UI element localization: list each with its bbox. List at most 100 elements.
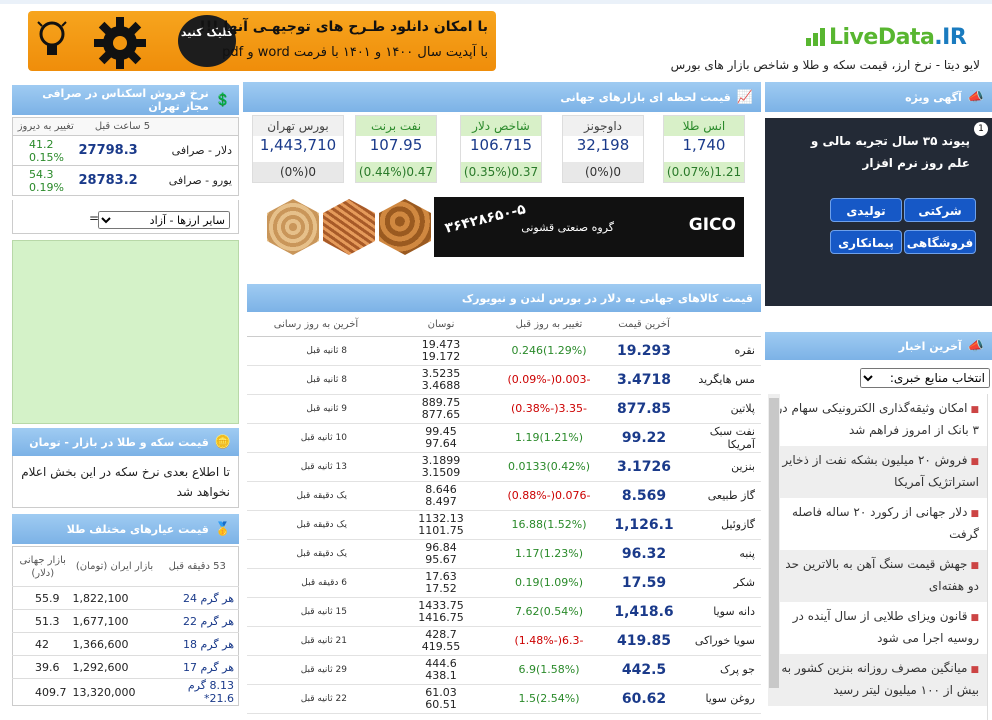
- currency-name: یورو - صرافی: [166, 165, 239, 196]
- scrollbar-thumb[interactable]: [769, 398, 779, 688]
- megaphone-icon: 📣: [967, 338, 984, 354]
- commodity-range: 99.45 97.64: [385, 423, 497, 453]
- commodity-name: جو پرک: [687, 655, 761, 685]
- range-high: 428.7: [425, 627, 457, 641]
- gold-iran-price: 1,677,100: [72, 609, 157, 633]
- market-value: 1,443,710: [259, 136, 337, 154]
- range-high: 99.45: [425, 424, 457, 438]
- table-row: هر گرم 22 1,677,100 51.3: [12, 609, 239, 633]
- col-world-market: بازار جهانی (دلار): [19, 554, 66, 579]
- table-row: هر گرم 17 1,292,600 39.6: [12, 655, 239, 679]
- commodity-updated: 10 ثانیه قبل: [247, 423, 385, 453]
- table-row: هر گرم 24 1,822,100 55.9: [12, 586, 239, 610]
- commodity-updated: 8 ثانیه قبل: [247, 336, 385, 366]
- commodity-range: 428.7 419.55: [385, 626, 497, 656]
- dollar-icon: 💲: [214, 92, 231, 108]
- news-item[interactable]: ■جهش قیمت سنگ آهن به بالاترین حد دو هفته…: [768, 550, 987, 602]
- bullet-icon: ■: [970, 405, 979, 415]
- range-low: 95.67: [425, 552, 457, 566]
- commodity-updated: 29 ثانیه قبل: [247, 655, 385, 685]
- ad-pill-3: فروشگاهی: [904, 230, 976, 254]
- news-link[interactable]: جهش قیمت سنگ آهن به بالاترین حد دو هفته‌…: [785, 557, 979, 593]
- market-cell-dow-jones[interactable]: داوجونز 32,198 0(0%): [562, 115, 644, 183]
- commodity-change: -0.076(-0.88%): [497, 481, 601, 511]
- copper-wire-image: [323, 199, 375, 255]
- news-item[interactable]: ■فروش ۲۰ میلیون بشکه نفت از ذخایر استرات…: [768, 446, 987, 498]
- special-ad-box[interactable]: 1 پیوند ۳۵ سال تجربه مالی و علم روز نرم …: [765, 118, 992, 306]
- news-source-select[interactable]: انتخاب منابع خبری:: [860, 368, 990, 388]
- market-cell-gold-ounce[interactable]: انس طلا 1,740 1.21(0.07%): [663, 115, 745, 183]
- table-row: دلار - صرافی 27798.3 41.2 0.15%: [12, 135, 239, 166]
- world-markets-title: قیمت لحظه ای بازارهای جهانی: [560, 90, 731, 104]
- news-link[interactable]: قانون ویزای طلایی از سال آینده در روسیه …: [793, 609, 979, 645]
- site-logo[interactable]: LiveData.IR: [806, 22, 968, 52]
- commodities-title: قیمت کالاهای جهانی به دلار در بورس لندن …: [461, 291, 753, 305]
- gico-ad-banner[interactable]: GICO گروه صنعتی قشونی ۳۶۴۲۸۶۵۰-۵: [267, 193, 747, 259]
- commodity-name: گاز طبیعی: [687, 481, 761, 511]
- gold-world-price: 42: [12, 632, 73, 656]
- news-scrollbar[interactable]: [768, 394, 780, 694]
- market-value: 107.95: [369, 136, 423, 154]
- range-low: 438.1: [425, 668, 457, 682]
- news-link[interactable]: دلار جهانی از رکورد ۲۰ ساله فاصله گرفت: [792, 505, 979, 541]
- currency-change: 54.3 0.19%: [12, 165, 79, 196]
- commodity-range: 1132.13 1101.75: [385, 510, 497, 540]
- range-high: 889.75: [421, 395, 461, 409]
- gold-karat: 8.13 گرم 21.6*: [156, 678, 239, 706]
- range-high: 444.6: [425, 656, 457, 670]
- banner-headline: با امکان دانلود طـرح های توجیهـی آنها !!…: [199, 19, 488, 35]
- range-high: 8.646: [425, 482, 457, 496]
- table-header-row: آخرین قیمت تغییر به روز قبل نوسان آخرین …: [247, 314, 761, 337]
- bullet-icon: ■: [970, 457, 979, 467]
- top-strip: [0, 0, 992, 4]
- bullet-icon: ■: [970, 561, 979, 571]
- commodity-price: 99.22: [601, 423, 687, 453]
- other-currencies-select[interactable]: سایر ارزها - آزاد: [98, 211, 230, 229]
- news-link[interactable]: میانگین مصرف روزانه بنزین کشور به بیش از…: [781, 661, 979, 697]
- range-high: 1132.13: [418, 511, 464, 525]
- special-ad-title: آگهی ویژه: [905, 90, 962, 104]
- news-item[interactable]: ■دلار جهانی از رکورد ۲۰ ساله فاصله گرفت: [768, 498, 987, 550]
- gold-karat: هر گرم 24: [156, 586, 239, 610]
- currency-price: 27798.3: [78, 135, 167, 166]
- commodity-change: -3.35(-0.38%): [497, 394, 601, 424]
- table-row: نقره 19.293 (1.29%)0.246 19.473 19.172 8 ثانی…: [247, 336, 761, 366]
- gold-iran-price: 1,366,600: [72, 632, 157, 656]
- commodity-name: دانه سویا: [687, 597, 761, 627]
- commodity-name: گازوئیل: [687, 510, 761, 540]
- commodity-range: 889.75 877.65: [385, 394, 497, 424]
- table-header-row: 5 ساعت قبل تغییر به دیروز: [12, 117, 239, 136]
- commodity-price: 8.569: [601, 481, 687, 511]
- commodity-name: پنبه: [687, 539, 761, 569]
- news-header: 📣 آخرین اخبار: [765, 332, 992, 360]
- market-change: 0(0%): [253, 162, 343, 182]
- news-item[interactable]: ■امکان وثیقه‌گذاری الکترونیکی سهام در ۳ …: [768, 394, 987, 446]
- commodity-name: شکر: [687, 568, 761, 598]
- range-low: 877.65: [421, 407, 461, 421]
- table-row: یورو - صرافی 28783.2 54.3 0.19%: [12, 165, 239, 196]
- commodity-name: سویا خوراکی: [687, 626, 761, 656]
- commodity-updated: یک دقیقه قبل: [247, 481, 385, 511]
- commodity-price: 419.85: [601, 626, 687, 656]
- promo-banner[interactable]: کلیک کنید با امکان دانلود طـرح های توجیه…: [28, 11, 496, 71]
- table-row: سویا خوراکی 419.85 -6.3(-1.48%) 428.7 419.55…: [247, 626, 761, 656]
- gold-world-price: 409.7: [12, 678, 73, 706]
- market-change: 0.47(0.44%): [356, 162, 436, 182]
- coin-title: قیمت سکه و طلا در بازار - تومان: [29, 435, 209, 449]
- news-link[interactable]: فروش ۲۰ میلیون بشکه نفت از ذخایر استراتژ…: [782, 453, 979, 489]
- market-cell-dollar-index[interactable]: شاخص دلار 106.715 0.37(0.35%): [460, 115, 542, 183]
- ad-headline: پیوند ۳۵ سال تجربه مالی و علم روز نرم اف…: [810, 134, 970, 170]
- news-item[interactable]: ■قانون ویزای طلایی از سال آینده در روسیه…: [768, 602, 987, 654]
- table-row: گاز طبیعی 8.569 -0.076(-0.88%) 8.646 8.497 یک…: [247, 481, 761, 511]
- market-cell-brent[interactable]: نفت برنت 107.95 0.47(0.44%): [355, 115, 437, 183]
- market-change: 0.37(0.35%): [461, 162, 541, 182]
- news-item[interactable]: ■میانگین مصرف روزانه بنزین کشور به بیش ا…: [768, 654, 987, 706]
- commodity-price: 17.59: [601, 568, 687, 598]
- commodity-range: 17.63 17.52: [385, 568, 497, 598]
- market-cell-tehran-bourse[interactable]: بورس تهران 1,443,710 0(0%): [252, 115, 344, 183]
- news-link[interactable]: امکان وثیقه‌گذاری الکترونیکی سهام در ۳ ب…: [777, 401, 979, 437]
- market-label: انس طلا: [664, 116, 744, 136]
- gico-black-bar: GICO گروه صنعتی قشونی ۳۶۴۲۸۶۵۰-۵: [434, 197, 744, 257]
- commodity-name: مس هایگرید: [687, 365, 761, 395]
- range-low: 97.64: [425, 436, 457, 450]
